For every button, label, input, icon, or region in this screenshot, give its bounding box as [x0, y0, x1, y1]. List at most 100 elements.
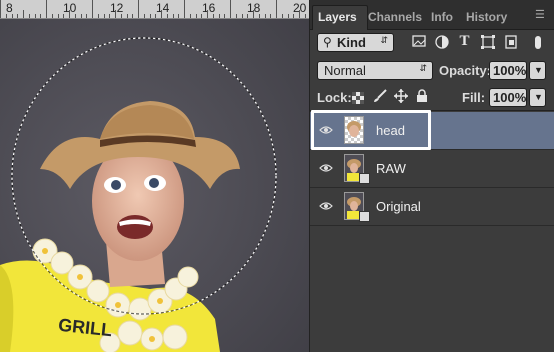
ruler-tick	[17, 14, 19, 18]
eye-icon[interactable]	[319, 161, 333, 175]
ruler-tick	[299, 10, 300, 18]
ruler-tick	[207, 10, 208, 18]
layers-empty-area	[310, 226, 554, 352]
ruler-tick	[103, 14, 105, 18]
ruler-tick	[224, 14, 226, 18]
ruler-tick	[161, 10, 162, 18]
ruler-tick	[120, 14, 122, 18]
ruler-tick	[126, 14, 128, 18]
ruler-tick	[276, 0, 277, 18]
ruler-tick	[230, 0, 231, 18]
ruler-tick	[74, 14, 76, 18]
ruler-label: 14	[156, 1, 170, 15]
filter-kind-select[interactable]: ⚲ Kind ⇵	[317, 33, 394, 52]
lock-paint-icon[interactable]	[373, 89, 387, 103]
ruler-tick	[189, 14, 191, 18]
ruler-tick	[5, 14, 7, 18]
ruler-tick	[138, 0, 139, 18]
ruler-tick	[109, 14, 111, 18]
ruler-label: 16	[202, 1, 216, 15]
ruler-tick	[178, 14, 180, 18]
chevron-down-icon: ▼	[534, 65, 543, 75]
ruler-tick	[287, 14, 289, 18]
image-filter-icon[interactable]	[411, 35, 426, 50]
ruler-tick	[34, 14, 36, 18]
ruler-tick	[63, 14, 65, 18]
ruler-tick	[212, 14, 214, 18]
fill-dropdown-button[interactable]: ▼	[529, 88, 546, 107]
lock-all-icon[interactable]	[416, 89, 428, 103]
ruler-tick	[132, 14, 134, 18]
smart-object-badge-icon	[359, 173, 370, 184]
ruler-tick	[184, 0, 185, 18]
ruler-tick	[281, 14, 283, 18]
ruler-tick	[97, 14, 99, 18]
ruler-tick	[57, 14, 59, 18]
chevron-updown-icon: ⇵	[380, 35, 388, 45]
ruler-tick	[166, 14, 168, 18]
ruler-tick	[92, 0, 93, 18]
layer-name[interactable]: RAW	[376, 161, 406, 176]
blend-mode-select[interactable]: Normal ⇵	[317, 61, 433, 80]
ruler-tick	[241, 14, 243, 18]
layer-name[interactable]: Original	[376, 199, 421, 214]
ruler-tick	[0, 0, 1, 18]
ruler-tick	[293, 14, 295, 18]
ruler-tick	[195, 14, 197, 18]
ruler-tick	[86, 14, 88, 18]
eye-icon[interactable]	[319, 199, 333, 213]
fill-label: Fill:	[462, 90, 486, 105]
type-filter-icon[interactable]: T	[457, 34, 472, 49]
ruler-tick	[304, 14, 306, 18]
ruler-tick	[253, 10, 254, 18]
layer-row-raw[interactable]: RAW	[310, 150, 554, 188]
tab-layers[interactable]: Layers	[318, 10, 357, 24]
horizontal-ruler: 8 10 12 14 16 18 20	[0, 0, 309, 19]
ruler-tick	[201, 14, 203, 18]
lock-label: Lock:	[317, 90, 352, 105]
ruler-tick	[149, 14, 151, 18]
ruler-tick	[218, 14, 220, 18]
ruler-label: 12	[110, 1, 124, 15]
ruler-tick	[115, 10, 116, 18]
ruler-tick	[69, 10, 70, 18]
ruler-tick	[143, 14, 145, 18]
ruler-tick	[40, 14, 42, 18]
ruler-tick	[270, 14, 272, 18]
tab-channels[interactable]: Channels	[368, 10, 422, 24]
search-icon: ⚲	[323, 35, 332, 49]
smart-object-filter-icon[interactable]	[503, 35, 518, 50]
fill-input[interactable]: 100%	[489, 88, 527, 107]
ruler-tick	[247, 14, 249, 18]
tab-history[interactable]: History	[466, 10, 507, 24]
opacity-dropdown-button[interactable]: ▼	[529, 61, 546, 80]
lock-transparent-icon[interactable]	[352, 91, 364, 104]
layer-row-original[interactable]: Original	[310, 188, 554, 226]
chevron-down-icon: ▼	[534, 92, 543, 102]
adjustment-filter-icon[interactable]	[434, 35, 449, 50]
ruler-tick	[11, 14, 13, 18]
ruler-tick	[258, 14, 260, 18]
opacity-input[interactable]: 100%	[489, 61, 527, 80]
layers-panel: Layers Channels Info History ☰ ⚲ Kind ⇵ …	[309, 0, 554, 352]
filter-toggle-icon[interactable]	[528, 35, 548, 50]
ruler-tick	[264, 14, 266, 18]
ruler-tick	[172, 14, 174, 18]
annotation-highlight-box	[311, 110, 431, 150]
smart-object-badge-icon	[359, 211, 370, 222]
shape-filter-icon[interactable]	[480, 35, 495, 50]
opacity-label: Opacity:	[439, 63, 492, 78]
photo-image: GRILL	[0, 19, 309, 352]
ruler-label: 8	[6, 1, 13, 15]
tab-info[interactable]: Info	[431, 10, 453, 24]
ruler-tick	[155, 14, 157, 18]
ruler-tick	[23, 10, 24, 18]
panel-menu-icon[interactable]: ☰	[535, 8, 545, 21]
panel-tab-bar: Layers Channels Info History ☰	[310, 0, 554, 30]
ruler-tick	[51, 14, 53, 18]
ruler-tick	[235, 14, 237, 18]
document-canvas[interactable]: 8 10 12 14 16 18 20 GRILL	[0, 0, 309, 352]
lock-position-icon[interactable]	[394, 89, 408, 103]
ruler-tick	[46, 0, 47, 18]
chevron-updown-icon: ⇵	[419, 63, 427, 73]
